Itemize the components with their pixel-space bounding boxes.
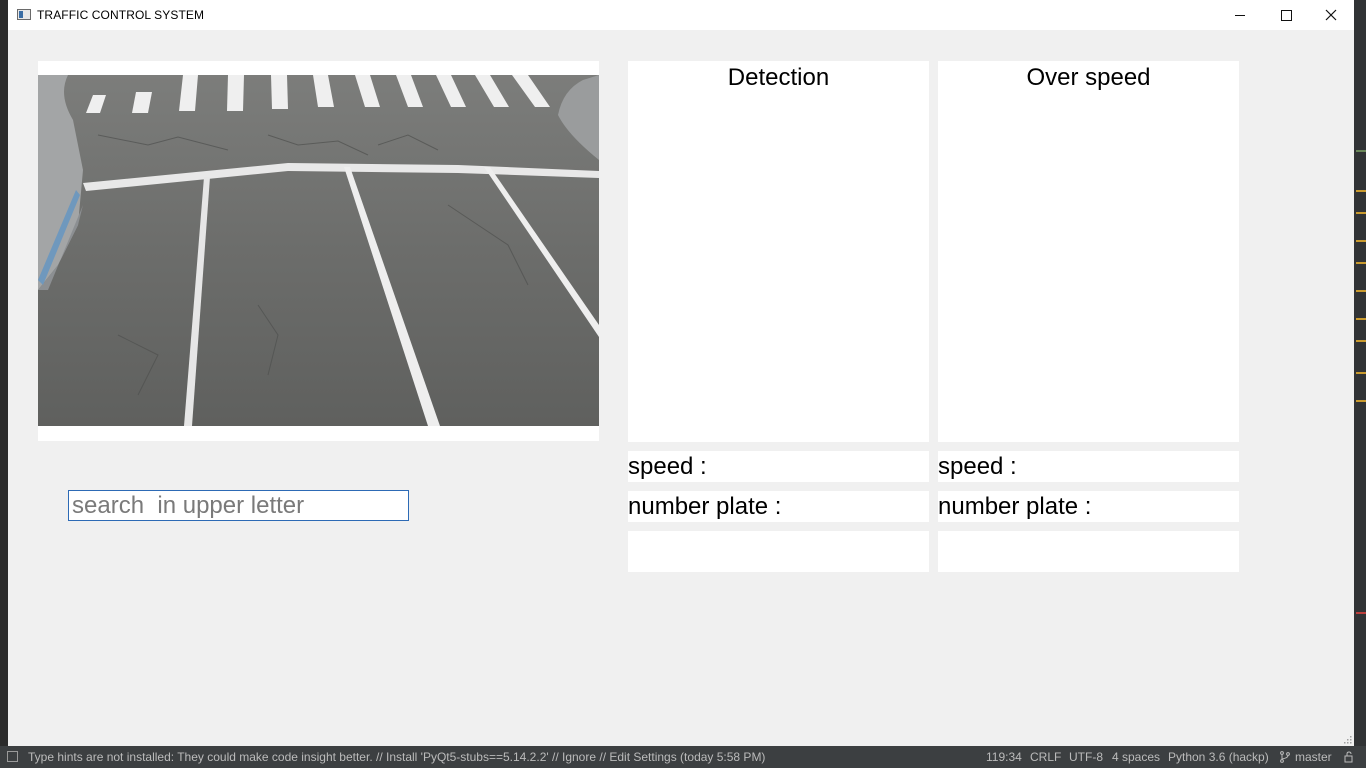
lock-icon[interactable] [1344, 751, 1355, 763]
road-camera-image [38, 75, 599, 426]
overspeed-image-panel: Over speed [938, 61, 1239, 442]
cursor-position[interactable]: 119:34 [986, 750, 1022, 764]
resize-grip-icon[interactable] [1342, 734, 1352, 744]
video-feed-frame [38, 61, 599, 441]
git-branch-icon [1280, 751, 1290, 763]
file-encoding[interactable]: UTF-8 [1069, 750, 1103, 764]
minimize-icon [1235, 14, 1245, 16]
overspeed-speed-field: speed : [938, 451, 1239, 482]
ide-marker [1356, 340, 1366, 342]
app-window-icon [17, 9, 31, 20]
detection-title: Detection [727, 64, 830, 91]
close-button[interactable] [1308, 0, 1354, 30]
git-branch[interactable]: master [1295, 750, 1332, 764]
ide-marker [1356, 262, 1366, 264]
ide-background-strip [1354, 0, 1366, 746]
indent-setting[interactable]: 4 spaces [1112, 750, 1160, 764]
ide-marker [1356, 150, 1366, 152]
ide-marker [1356, 290, 1366, 292]
line-ending[interactable]: CRLF [1030, 750, 1061, 764]
python-interpreter[interactable]: Python 3.6 (hackp) [1168, 750, 1269, 764]
detection-speed-field: speed : [628, 451, 929, 482]
minimize-button[interactable] [1217, 0, 1263, 30]
maximize-button[interactable] [1263, 0, 1309, 30]
detection-image-panel: Detection [628, 61, 929, 442]
close-icon [1325, 9, 1337, 21]
detection-plate-field: number plate : [628, 491, 929, 522]
detection-plate-output [628, 531, 929, 572]
title-bar[interactable]: TRAFFIC CONTROL SYSTEM [8, 0, 1354, 30]
ide-status-bar: Type hints are not installed: They could… [0, 746, 1366, 768]
ide-marker [1356, 212, 1366, 214]
maximize-icon [1280, 9, 1292, 21]
ide-marker [1356, 190, 1366, 192]
status-message[interactable]: Type hints are not installed: They could… [28, 750, 765, 764]
overspeed-plate-output [938, 531, 1239, 572]
ide-marker [1356, 612, 1366, 614]
plate-search-input[interactable] [68, 490, 409, 521]
overspeed-title: Over speed [1026, 64, 1151, 91]
overspeed-plate-field: number plate : [938, 491, 1239, 522]
ide-marker [1356, 318, 1366, 320]
window-title: TRAFFIC CONTROL SYSTEM [37, 8, 205, 22]
ide-marker [1356, 372, 1366, 374]
ide-marker [1356, 400, 1366, 402]
app-window: TRAFFIC CONTROL SYSTEM search in upper l… [8, 0, 1354, 746]
status-toggle-icon[interactable] [7, 751, 18, 762]
ide-marker [1356, 240, 1366, 242]
